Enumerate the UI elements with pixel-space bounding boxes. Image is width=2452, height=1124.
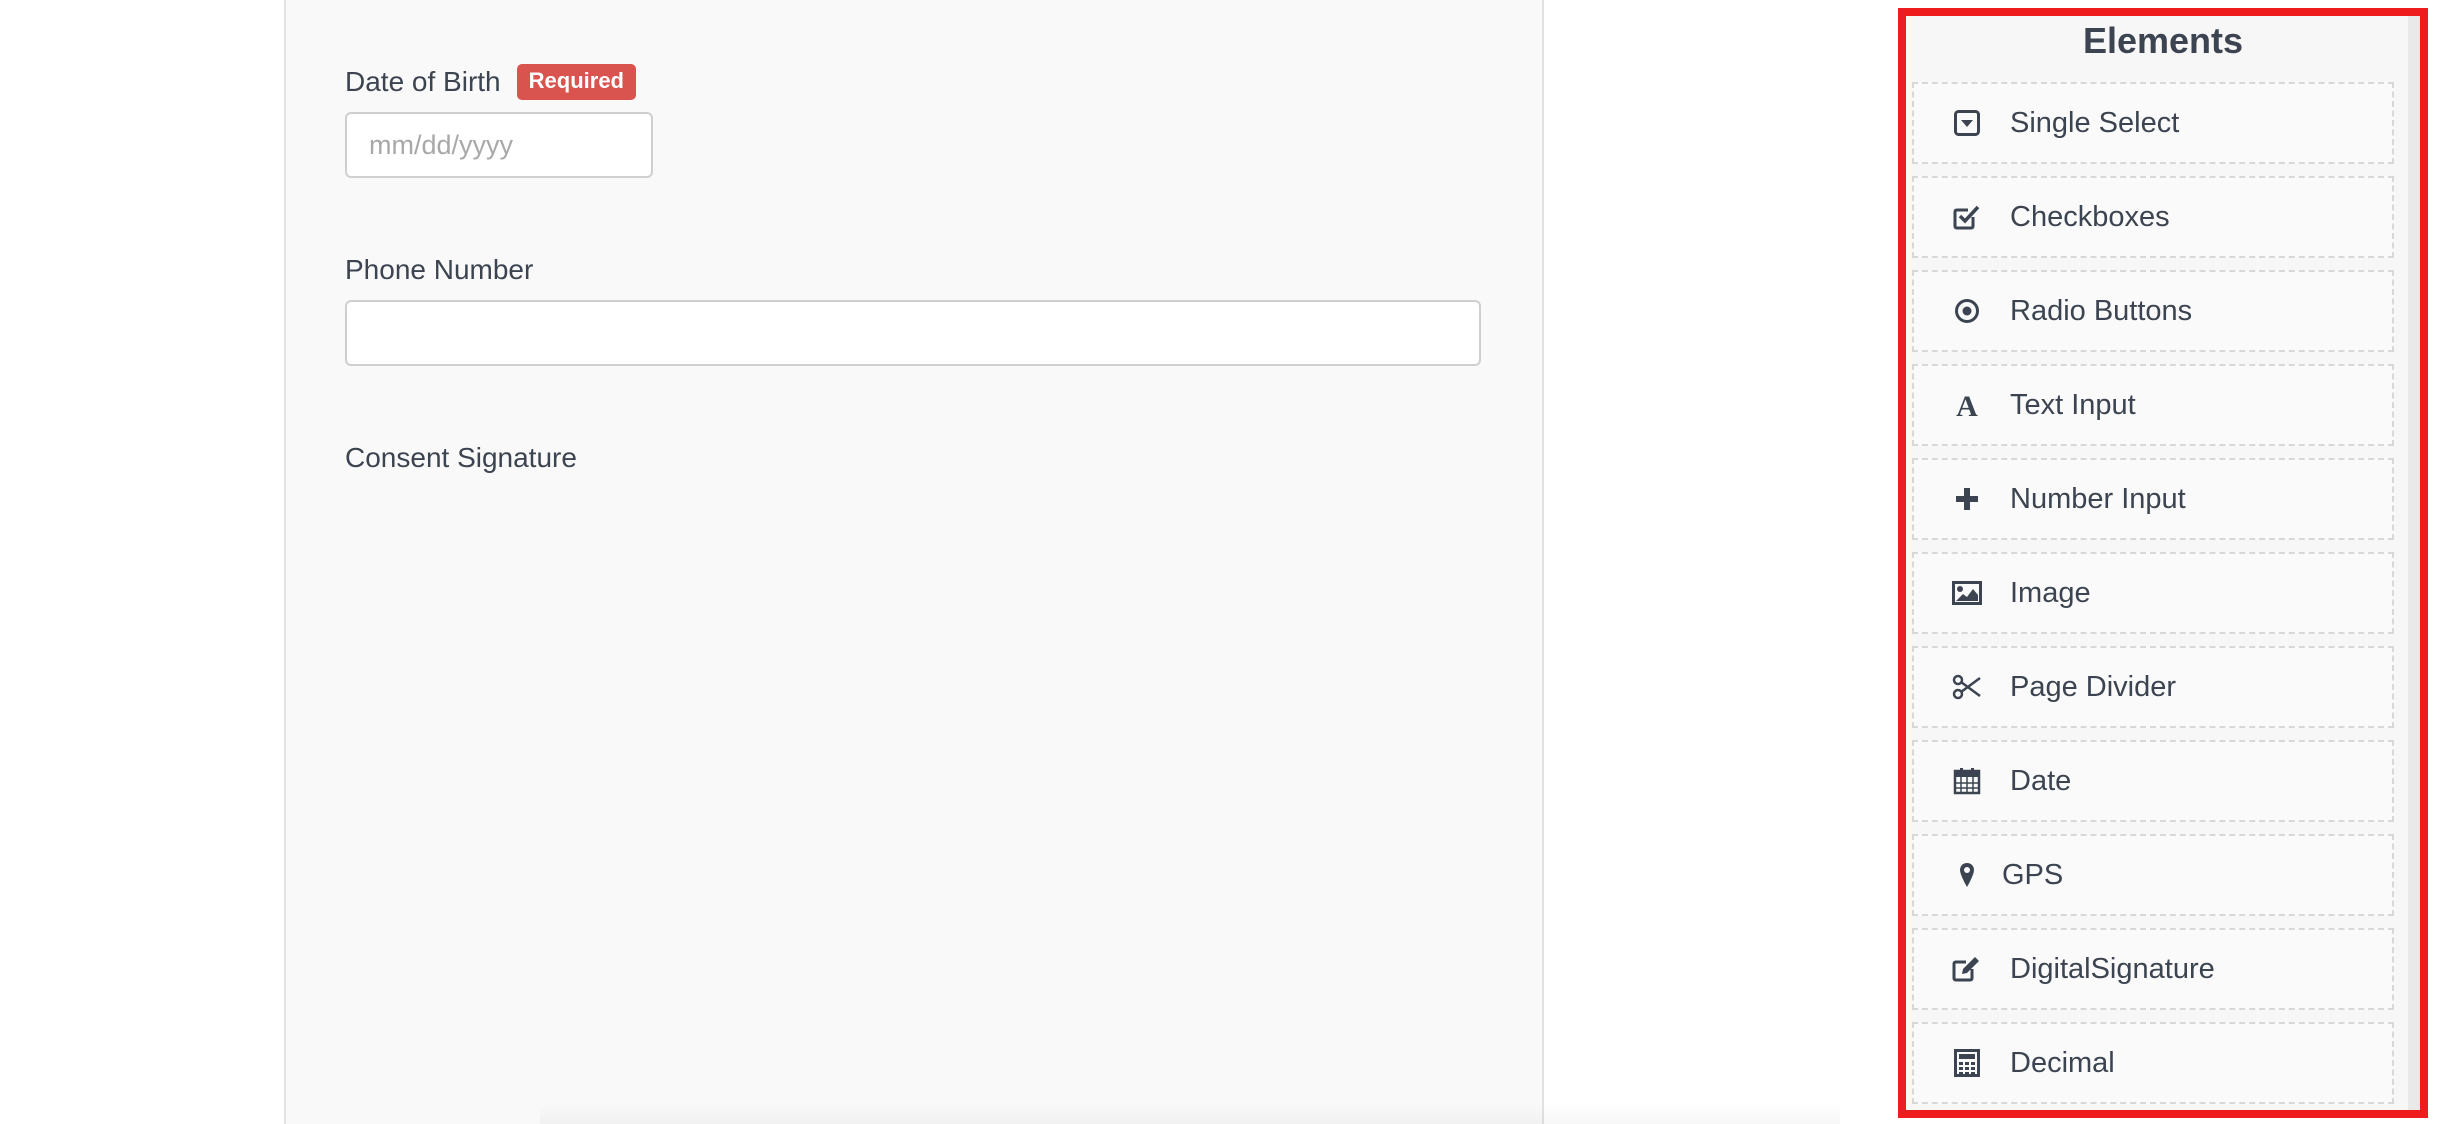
element-label: Date: [2010, 764, 2072, 797]
calendar-icon: [1952, 766, 1982, 796]
element-gps[interactable]: GPS: [1912, 834, 2394, 916]
element-single-select[interactable]: Single Select: [1912, 82, 2394, 164]
phone-number-label: Phone Number: [345, 254, 534, 285]
font-icon: A: [1952, 390, 1982, 420]
element-label: Single Select: [2010, 106, 2180, 139]
date-of-birth-label: Date of Birth Required: [345, 64, 636, 100]
element-label: Page Divider: [2010, 670, 2177, 703]
check-square-icon: [1952, 202, 1982, 232]
element-checkboxes[interactable]: Checkboxes: [1912, 176, 2394, 258]
element-label: DigitalSignature: [2010, 952, 2215, 985]
dot-circle-icon: [1952, 296, 1982, 326]
element-digital-signature[interactable]: DigitalSignature: [1912, 928, 2394, 1010]
required-badge: Required: [516, 64, 636, 100]
panel-scrollbar[interactable]: [2408, 16, 2420, 1110]
element-page-divider[interactable]: Page Divider: [1912, 646, 2394, 728]
panel-title: Elements: [2082, 20, 2244, 61]
element-radio-buttons[interactable]: Radio Buttons: [1912, 270, 2394, 352]
element-label: Radio Buttons: [2010, 294, 2193, 327]
edit-icon: [1952, 954, 1982, 984]
form-canvas: Date of Birth Required Phone Number Conse…: [284, 0, 1544, 1124]
element-label: Checkboxes: [2010, 200, 2170, 233]
element-date[interactable]: Date: [1912, 740, 2394, 822]
consent-signature-label: Consent Signature: [345, 442, 577, 473]
element-number-input[interactable]: Number Input: [1912, 458, 2394, 540]
caret-square-down-icon: [1952, 108, 1982, 138]
elements-panel: Elements Single Select Checkboxes Radio …: [1898, 8, 2428, 1118]
elements-list: Single Select Checkboxes Radio Buttons A…: [1912, 82, 2394, 1116]
element-image[interactable]: Image: [1912, 552, 2394, 634]
element-label: Number Input: [2010, 482, 2186, 515]
scissors-icon: [1952, 672, 1982, 702]
calculator-icon: [1952, 1048, 1982, 1078]
element-label: Decimal: [2010, 1046, 2115, 1079]
element-label: GPS: [2002, 858, 2064, 891]
element-label: Image: [2010, 576, 2091, 609]
map-marker-icon: [1958, 860, 1976, 890]
element-text-input[interactable]: A Text Input: [1912, 364, 2394, 446]
element-label: Text Input: [2010, 388, 2136, 421]
date-of-birth-label-text: Date of Birth: [345, 66, 501, 97]
date-of-birth-input[interactable]: [345, 112, 653, 178]
element-decimal[interactable]: Decimal: [1912, 1022, 2394, 1104]
plus-icon: [1952, 484, 1982, 514]
svg-text:A: A: [1956, 391, 1978, 419]
image-icon: [1952, 578, 1982, 608]
phone-number-input[interactable]: [345, 300, 1481, 366]
bottom-shadow: [540, 1104, 1840, 1124]
